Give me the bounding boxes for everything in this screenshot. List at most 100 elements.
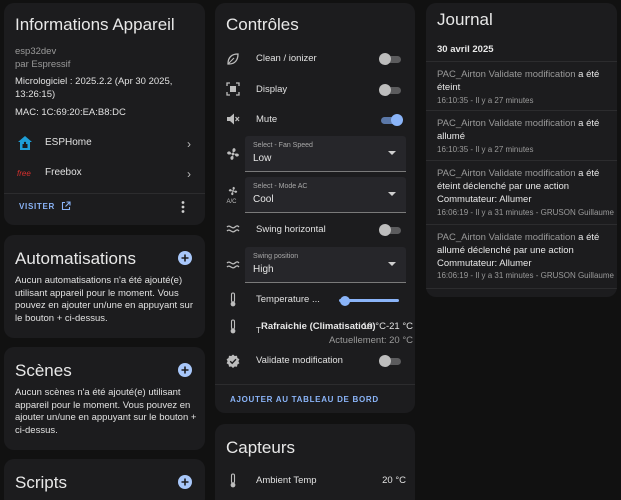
swing-position-select-value: High xyxy=(253,264,274,275)
add-script-button[interactable] xyxy=(178,475,192,489)
control-fan-speed: Select - Fan Speed Low xyxy=(215,136,415,172)
automations-card: Automatisations Aucun automatisations n'… xyxy=(4,235,205,338)
climate-current: Actuellement: 20 °C xyxy=(328,335,413,346)
mode-ac-select-value: Cool xyxy=(253,194,274,205)
add-automation-button[interactable] xyxy=(178,251,192,265)
temperature-label: Temperature ... xyxy=(256,294,320,305)
journal-entry-entity: PAC_Airton Validate modification xyxy=(437,118,576,129)
control-validate: Validate modification xyxy=(215,352,415,372)
chevron-right-icon: › xyxy=(187,167,191,181)
divider xyxy=(426,61,617,62)
air-conditioner-icon: A/C xyxy=(226,186,240,204)
more-options-icon[interactable] xyxy=(179,200,187,214)
divider xyxy=(426,160,617,161)
clean-label: Clean / ionizer xyxy=(256,53,317,64)
divider xyxy=(215,384,415,385)
thermometer-icon xyxy=(228,319,238,334)
journal-entry-meta: 16:06:19 - Il y a 31 minutes - GRUSON Gu… xyxy=(437,208,614,217)
svg-text:free: free xyxy=(17,169,31,178)
device-mac: MAC: 1C:69:20:EA:B8:DC xyxy=(15,107,126,118)
controls-card: Contrôles Clean / ionizer Display Mute S… xyxy=(215,3,415,413)
swing-icon xyxy=(226,259,240,271)
dropdown-arrow-icon xyxy=(388,262,396,266)
fan-speed-select-value: Low xyxy=(253,153,272,164)
divider xyxy=(426,110,617,111)
sensor-ambient-temp[interactable]: Ambient Temp 20 °C xyxy=(215,471,415,491)
control-mute: Mute xyxy=(215,110,415,130)
mute-label: Mute xyxy=(256,114,278,125)
journal-entry-entity: PAC_Airton Validate modification xyxy=(437,232,576,243)
controls-title: Contrôles xyxy=(226,15,299,34)
journal-entry-meta: 16:10:35 - Il y a 27 minutes xyxy=(437,96,534,105)
clean-toggle[interactable] xyxy=(379,53,403,65)
mode-ac-select[interactable]: Select - Mode AC Cool xyxy=(245,177,406,213)
integration-esphome-label: ESPHome xyxy=(45,137,92,148)
scenes-title: Scènes xyxy=(15,361,72,380)
open-external-icon xyxy=(61,201,71,211)
ambient-temp-label: Ambient Temp xyxy=(256,475,317,486)
divider xyxy=(426,224,617,225)
check-decagram-icon xyxy=(226,354,240,368)
journal-entry-entity: PAC_Airton Validate modification xyxy=(437,168,576,179)
control-swing-horizontal: Swing horizontal xyxy=(215,220,415,240)
dropdown-arrow-icon xyxy=(388,192,396,196)
journal-entry-entity: PAC_Airton Validate modification xyxy=(437,69,576,80)
visit-button[interactable]: VISITER xyxy=(19,201,71,211)
swing-position-select[interactable]: Swing position High xyxy=(245,247,406,283)
add-scene-button[interactable] xyxy=(178,363,192,377)
control-temperature: Temperature ... xyxy=(215,290,415,310)
fan-icon xyxy=(226,147,240,161)
device-info-card: Informations Appareil esp32dev par Espre… xyxy=(4,3,205,225)
sensors-card: Capteurs Ambient Temp 20 °C xyxy=(215,424,415,500)
esphome-icon xyxy=(17,135,33,151)
display-label: Display xyxy=(256,84,288,95)
device-firmware: Micrologiciel : 2025.2.2 (Apr 30 2025, 1… xyxy=(15,76,173,100)
mute-toggle[interactable] xyxy=(379,114,403,126)
control-climate[interactable]: T Rafraichie (Climatisation) 19 °C-21 °C… xyxy=(215,316,415,350)
swing-icon xyxy=(226,223,240,235)
temperature-slider-thumb[interactable] xyxy=(340,295,350,306)
add-to-dashboard-button[interactable]: AJOUTER AU TABLEAU DE BORD xyxy=(230,395,379,404)
display-icon xyxy=(226,82,240,96)
climate-range: 19 °C-21 °C xyxy=(362,321,413,332)
climate-name: Rafraichie (Climatisation) xyxy=(261,321,376,332)
device-model: esp32dev xyxy=(15,46,57,57)
integration-esphome[interactable]: ESPHome › xyxy=(4,129,205,157)
visit-label: VISITER xyxy=(19,201,56,211)
ambient-temp-value: 20 °C xyxy=(382,475,406,486)
mode-ac-select-label: Select - Mode AC xyxy=(253,183,308,190)
device-manufacturer: par Espressif xyxy=(15,59,71,70)
scripts-card: Scripts xyxy=(4,459,205,500)
fan-speed-select[interactable]: Select - Fan Speed Low xyxy=(245,136,406,172)
scripts-title: Scripts xyxy=(15,473,67,492)
control-mode-ac: A/C Select - Mode AC Cool xyxy=(215,177,415,213)
display-toggle[interactable] xyxy=(379,84,403,96)
control-clean: Clean / ionizer xyxy=(215,50,415,70)
automations-title: Automatisations xyxy=(15,249,136,268)
journal-title: Journal xyxy=(437,10,493,29)
sensors-title: Capteurs xyxy=(226,438,295,457)
journal-date: 30 avril 2025 xyxy=(437,44,494,55)
svg-text:A/C: A/C xyxy=(227,199,238,204)
control-swing-position: Swing position High xyxy=(215,247,415,283)
integration-freebox[interactable]: free Freebox › xyxy=(4,159,205,187)
freebox-icon: free xyxy=(17,165,35,181)
divider xyxy=(4,193,205,194)
journal-entry-meta: 16:06:19 - Il y a 31 minutes - GRUSON Gu… xyxy=(437,271,614,280)
fan-speed-select-label: Select - Fan Speed xyxy=(253,142,313,149)
divider xyxy=(426,288,617,289)
leaf-icon xyxy=(226,52,240,66)
integration-freebox-label: Freebox xyxy=(45,167,82,178)
swing-horizontal-toggle[interactable] xyxy=(379,224,403,236)
automations-description: Aucun automatisations n'a été ajouté(e) … xyxy=(15,275,193,324)
volume-mute-icon xyxy=(226,112,240,126)
device-info-title: Informations Appareil xyxy=(15,15,175,34)
scenes-description: Aucun scènes n'a été ajouté(e) utilisant… xyxy=(15,387,197,436)
swing-position-select-label: Swing position xyxy=(253,253,299,260)
scenes-card: Scènes Aucun scènes n'a été ajouté(e) ut… xyxy=(4,347,205,450)
control-display: Display xyxy=(215,80,415,100)
journal-card: Journal 30 avril 2025 PAC_Airton Validat… xyxy=(426,3,617,297)
dropdown-arrow-icon xyxy=(388,151,396,155)
thermometer-icon xyxy=(228,292,238,307)
validate-toggle[interactable] xyxy=(379,355,403,367)
